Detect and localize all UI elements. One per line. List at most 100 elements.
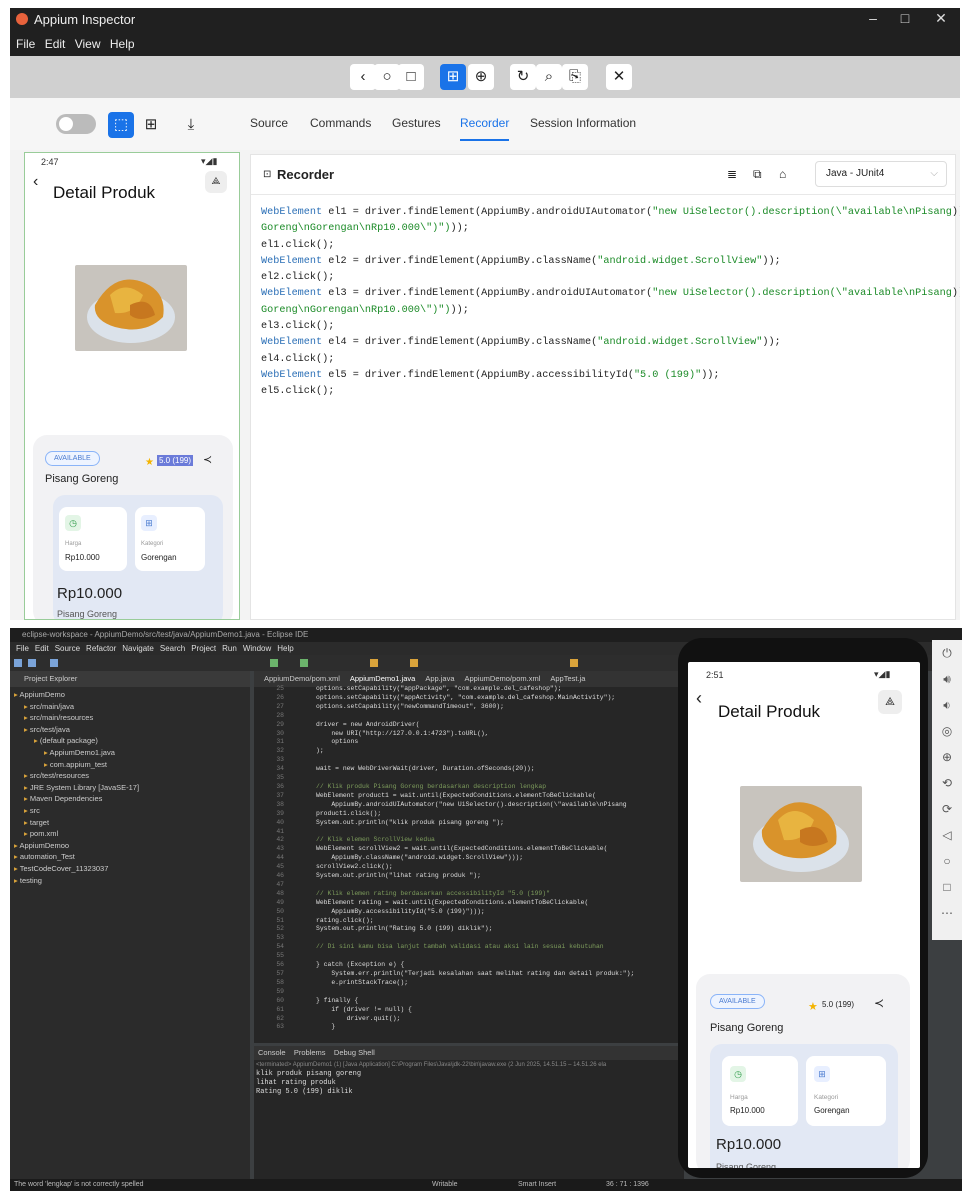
recent-apps-icon[interactable]: □	[398, 64, 424, 90]
back-icon[interactable]: ‹	[350, 64, 376, 90]
zoom-icon[interactable]: ⊕	[932, 744, 962, 770]
tab-source[interactable]: Source	[250, 116, 288, 130]
tree-item[interactable]: ▸ pom.xml	[10, 828, 250, 840]
tree-item[interactable]: ▸ AppiumDemoo	[10, 840, 250, 852]
code-line: rating.click();	[316, 916, 374, 924]
menu-item[interactable]: Refactor	[86, 644, 116, 653]
tree-item[interactable]: ▸ TestCodeCover_11323037	[10, 863, 250, 875]
tree-item[interactable]: ▸ src/main/resources	[10, 712, 250, 724]
native-app-icon[interactable]: ⊞	[440, 64, 466, 90]
more-icon[interactable]: ⋯	[932, 900, 962, 926]
home-icon[interactable]: ○	[374, 64, 400, 90]
tree-item[interactable]: ▸ (default package)	[10, 735, 250, 747]
share-icon[interactable]: ⟁	[205, 171, 227, 193]
problems-tab[interactable]: Problems	[294, 1048, 326, 1057]
tab-gestures[interactable]: Gestures	[392, 116, 441, 130]
menu-item[interactable]: File	[16, 644, 29, 653]
rating-value[interactable]: 5.0 (199)	[157, 455, 194, 466]
volume-up-icon[interactable]: 🔊︎	[932, 666, 962, 692]
menu-item[interactable]: Source	[55, 644, 80, 653]
maximize-icon[interactable]: □	[890, 10, 920, 26]
tree-item[interactable]: ▸ AppiumDemo	[10, 689, 250, 701]
menu-file[interactable]: File	[16, 37, 35, 51]
menu-edit[interactable]: Edit	[45, 37, 66, 51]
overview-nav-icon[interactable]: □	[932, 874, 962, 900]
download-icon[interactable]: ⤓	[178, 112, 204, 138]
tab-session-information[interactable]: Session Information	[530, 116, 636, 130]
refresh-icon[interactable]: ↻	[510, 64, 536, 90]
device-screenshot[interactable]: 2:47 ▾◢▮ ‹ Detail Produk ⟁ AVAILABLE ★ 5…	[24, 152, 240, 620]
rotate-right-icon[interactable]: ⟳	[932, 796, 962, 822]
search-icon[interactable]: ⌕	[536, 64, 562, 90]
tree-item[interactable]: ▸ src/test/java	[10, 724, 250, 736]
menu-item[interactable]: Window	[243, 644, 271, 653]
rating-value[interactable]: 5.0 (199)	[822, 1000, 854, 1009]
code-line: } finally {	[316, 996, 359, 1004]
console-tab[interactable]: Console	[258, 1048, 286, 1057]
minimize-icon[interactable]: –	[858, 10, 888, 26]
screenshot-icon[interactable]: ⎘	[562, 64, 588, 90]
back-arrow-icon[interactable]: ‹	[33, 173, 38, 191]
menu-item[interactable]: Project	[191, 644, 216, 653]
toggle-switch[interactable]	[56, 114, 96, 134]
close-window-icon[interactable]: ✕	[926, 10, 956, 27]
debug-shell-tab[interactable]: Debug Shell	[334, 1048, 375, 1057]
line-number: 52	[276, 925, 284, 933]
boilerplate-icon[interactable]: ≣	[727, 167, 737, 181]
camera-icon[interactable]: ◎	[932, 718, 962, 744]
close-session-icon[interactable]: ✕	[606, 64, 632, 90]
menu-view[interactable]: View	[75, 37, 101, 51]
menu-item[interactable]: Help	[277, 644, 293, 653]
tree-item[interactable]: ▸ src/test/resources	[10, 770, 250, 782]
tree-item[interactable]: ▸ target	[10, 817, 250, 829]
tab-recorder[interactable]: Recorder	[460, 116, 510, 141]
tree-item[interactable]: ▸ automation_Test	[10, 851, 250, 863]
volume-down-icon[interactable]: 🔉︎	[932, 692, 962, 718]
tree-item[interactable]: ▸ src/main/java	[10, 701, 250, 713]
tree-item[interactable]: ▸ Maven Dependencies	[10, 793, 250, 805]
editor-tab[interactable]: AppiumDemo/pom.xml	[465, 674, 541, 683]
share-small-icon[interactable]: ≺	[203, 453, 212, 466]
tree-item[interactable]: ▸ com.appium_test	[10, 759, 250, 771]
code-editor[interactable]: AppiumDemo/pom.xml AppiumDemo1.java App.ja…	[254, 671, 684, 1043]
available-badge: AVAILABLE	[45, 451, 100, 466]
clear-icon[interactable]: ⌂	[779, 167, 786, 181]
copy-icon[interactable]: ⧉	[753, 167, 762, 182]
editor-code[interactable]: options.setCapability("appPackage", "com…	[316, 685, 634, 1032]
code-line: el4.click();	[261, 352, 960, 368]
editor-tab[interactable]: AppiumDemo/pom.xml	[264, 674, 340, 683]
rotate-icon[interactable]: ⟲	[932, 770, 962, 796]
web-context-icon[interactable]: ⊕	[468, 64, 494, 90]
tree-item[interactable]: ▸ src	[10, 805, 250, 817]
back-nav-icon[interactable]: ◁	[932, 822, 962, 848]
emulator-screen[interactable]: 2:51 ▾◢▮ ‹ Detail Produk ⟁ AVAILABLE ★ 5…	[688, 662, 920, 1168]
line-number: 30	[276, 729, 284, 737]
tree-item[interactable]: ▸ JRE System Library [JavaSE-17]	[10, 782, 250, 794]
menu-help[interactable]: Help	[110, 37, 135, 51]
back-arrow-icon[interactable]: ‹	[696, 688, 702, 709]
share-small-icon[interactable]: ≺	[874, 996, 884, 1010]
editor-tab[interactable]: AppiumDemo1.java	[350, 674, 415, 683]
share-icon[interactable]: ⟁	[878, 690, 902, 714]
line-number: 55	[276, 952, 284, 960]
menu-item[interactable]: Search	[160, 644, 185, 653]
tap-coordinates-icon[interactable]: ⊞	[138, 112, 164, 138]
editor-tab[interactable]: App.java	[425, 674, 454, 683]
power-icon[interactable]: ⏻	[932, 640, 962, 666]
home-nav-icon[interactable]: ○	[932, 848, 962, 874]
menu-item[interactable]: Edit	[35, 644, 49, 653]
language-select[interactable]: Java - JUnit4 ⌵	[815, 161, 947, 187]
code-line: wait = new WebDriverWait(driver, Duratio…	[316, 765, 535, 773]
tree-item[interactable]: ▸ testing	[10, 875, 250, 887]
line-number: 25	[276, 685, 284, 692]
price-value: Rp10.000	[730, 1106, 765, 1115]
tab-commands[interactable]: Commands	[310, 116, 371, 130]
select-elements-icon[interactable]: ⬚	[108, 112, 134, 138]
menu-item[interactable]: Run	[222, 644, 237, 653]
editor-tab[interactable]: AppTest.ja	[550, 674, 585, 683]
tree-item[interactable]: ▸ AppiumDemo1.java	[10, 747, 250, 759]
price-icon: ◷	[65, 515, 81, 531]
menu-item[interactable]: Navigate	[122, 644, 154, 653]
line-number: 42	[276, 836, 284, 844]
